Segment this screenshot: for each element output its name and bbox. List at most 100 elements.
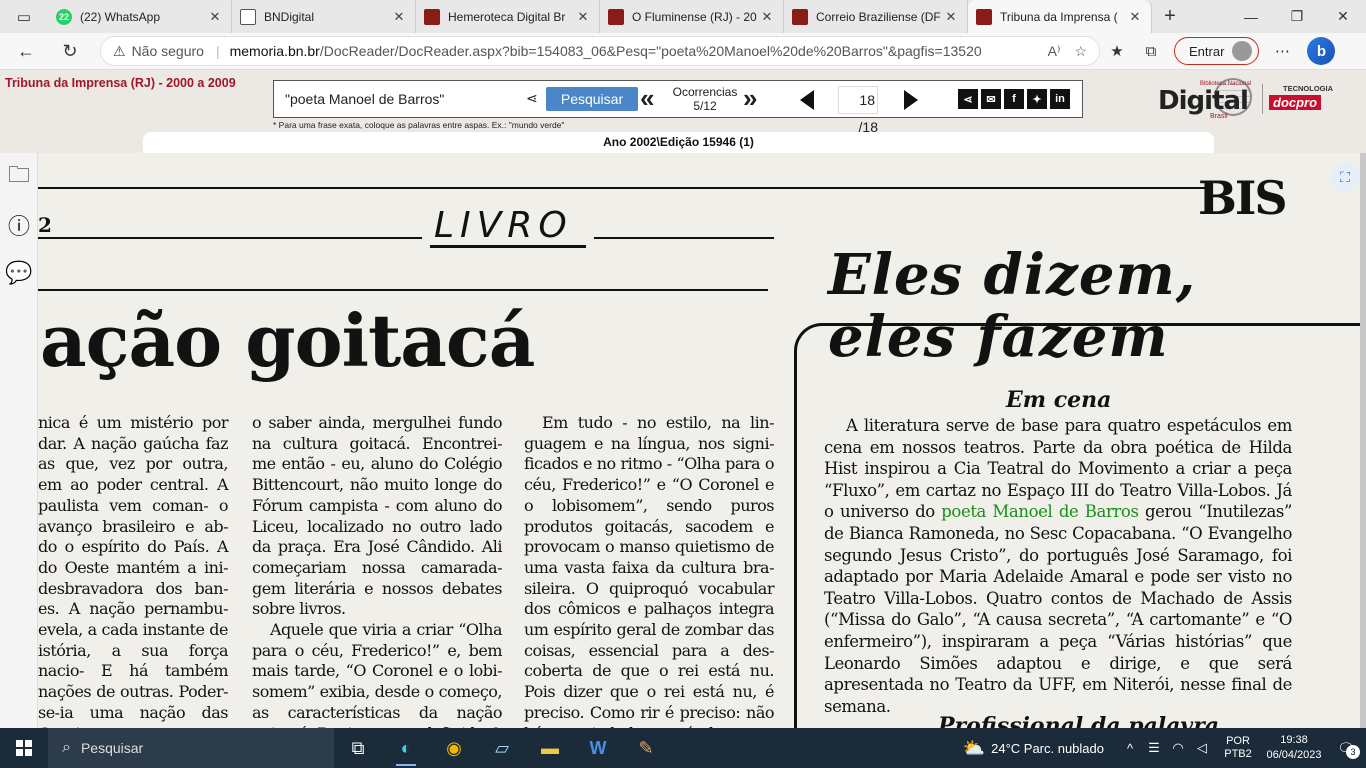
word-icon[interactable]: W — [574, 728, 622, 768]
headline-left: ação goitacá — [40, 298, 535, 383]
paragraph: Aquele que viria a criar “Olha para o cé… — [252, 620, 503, 728]
folder-icon[interactable]: 🗀 — [0, 153, 38, 201]
task-view-icon[interactable]: ⧉ — [334, 728, 382, 768]
close-tab-icon[interactable]: ✕ — [1127, 9, 1143, 25]
clock[interactable]: 19:38 06/04/2023 — [1262, 733, 1326, 763]
tab-correio[interactable]: Correio Braziliense (DF ✕ — [784, 0, 968, 33]
volume-icon[interactable]: ◁ — [1190, 740, 1214, 756]
reload-icon[interactable]: ↻ — [52, 36, 88, 66]
close-tab-icon[interactable]: ✕ — [575, 9, 591, 25]
search-panel: "poeta Manoel de Barros" ⋖ Pesquisar « O… — [273, 80, 1083, 135]
close-window-icon[interactable]: ✕ — [1320, 0, 1366, 33]
tab-title: Tribuna da Imprensa ( — [1000, 9, 1118, 24]
subhead: Em cena — [1006, 387, 1112, 413]
tab-fluminense[interactable]: O Fluminense (RJ) - 20 ✕ — [600, 0, 784, 33]
security-label[interactable]: Não seguro — [132, 43, 204, 59]
bn-icon — [976, 8, 992, 25]
bn-icon — [608, 8, 624, 25]
twitter-icon[interactable]: ✦ — [1027, 89, 1047, 109]
collections-icon[interactable]: ⧉ — [1134, 43, 1168, 60]
tab-whatsapp[interactable]: 22 (22) WhatsApp ✕ — [48, 0, 232, 33]
notepad-icon[interactable]: ▱ — [478, 728, 526, 768]
windows-taskbar: ⌕ Pesquisar ⧉ ◐ ◉ ▱ ▬ W ✎ ⛅ 24°C Parc. n… — [0, 728, 1366, 768]
paragraph: nica é um mistério por dar. A nação gaúc… — [38, 413, 229, 728]
url-field[interactable]: ⚠ Não seguro | memoria.bn.br/DocReader/D… — [100, 36, 1100, 66]
notification-badge: 3 — [1346, 744, 1360, 759]
next-page-icon[interactable] — [904, 90, 918, 110]
chrome-icon[interactable]: ◉ — [430, 728, 478, 768]
info-icon[interactable]: ⓘ — [0, 201, 38, 249]
more-icon[interactable]: ⋯ — [1265, 42, 1299, 60]
taskbar-search[interactable]: ⌕ Pesquisar — [48, 728, 334, 768]
next-occurrence-icon[interactable]: » — [743, 85, 757, 111]
document-icon — [240, 8, 256, 25]
text-run: gerou “Inutilezas” de Bianca Ramoneda, n… — [824, 502, 1292, 716]
tab-tribuna[interactable]: Tribuna da Imprensa ( ✕ — [968, 0, 1152, 33]
wifi-icon[interactable]: ◠ — [1166, 740, 1190, 756]
language-code: POR — [1226, 735, 1250, 747]
bndigital-logo[interactable]: Biblioteca Nacional Digital Brasil — [1156, 78, 1254, 124]
section-left: LIVRO — [434, 205, 573, 246]
new-tab-icon[interactable]: + — [1152, 0, 1188, 33]
start-button[interactable] — [0, 728, 48, 768]
search-highlight[interactable]: poeta Manoel de Barros — [941, 502, 1139, 521]
close-tab-icon[interactable]: ✕ — [943, 9, 959, 25]
file-explorer-icon[interactable]: ▬ — [526, 728, 574, 768]
signin-button[interactable]: Entrar — [1174, 37, 1260, 65]
tab-hemeroteca[interactable]: Hemeroteca Digital Br ✕ — [416, 0, 600, 33]
notification-icon[interactable]: 🗨3 — [1326, 740, 1366, 759]
weather-icon: ⛅ — [962, 737, 986, 758]
facebook-icon[interactable]: f — [1004, 89, 1024, 109]
docpro-logo[interactable]: TECNOLOGIA docpro — [1262, 84, 1362, 114]
close-tab-icon[interactable]: ✕ — [759, 9, 775, 25]
previous-occurrence-icon[interactable]: « — [640, 85, 654, 111]
newspaper-page[interactable]: BIS 2 LIVRO ação goitacá nica é um misté… — [38, 153, 1360, 728]
zoom-icon[interactable]: ⛶ — [1330, 162, 1360, 192]
read-aloud-icon[interactable]: A⁾ — [1048, 43, 1061, 60]
page-number-input[interactable]: 18 — [838, 86, 878, 114]
favorites-icon[interactable]: ★ — [1100, 42, 1134, 60]
paragraph: o saber ainda, mergulhei fundo na cultur… — [252, 413, 503, 619]
browser-tab-strip: ▭ 22 (22) WhatsApp ✕ BNDigital ✕ Hemerot… — [0, 0, 1366, 33]
url-host: memoria.bn.br — [229, 43, 320, 59]
subhead-2: Profissional da palavra — [938, 713, 1220, 728]
share-icon[interactable]: ⋖ — [958, 89, 978, 109]
back-icon[interactable]: ← — [8, 36, 44, 66]
email-icon[interactable]: ✉ — [981, 89, 1001, 109]
tab-actions-icon[interactable]: ▭ — [0, 0, 48, 33]
language-indicator[interactable]: POR PTB2 — [1220, 735, 1256, 761]
edge-icon[interactable]: ◐ — [382, 728, 430, 768]
comment-icon[interactable]: 💬 — [0, 249, 38, 297]
search-input[interactable]: "poeta Manoel de Barros" — [282, 86, 544, 112]
share-search-icon[interactable]: ⋖ — [526, 90, 538, 107]
headline-right-line-2: eles fazem — [828, 304, 1169, 370]
occurrences-counter: Ocorrencias 5/12 — [670, 85, 740, 113]
chevron-up-icon[interactable]: ^ — [1118, 741, 1142, 756]
network-icon[interactable]: ☰ — [1142, 740, 1166, 756]
minimize-icon[interactable]: — — [1228, 0, 1274, 33]
tab-bndigital[interactable]: BNDigital ✕ — [232, 0, 416, 33]
occurrences-label: Ocorrencias — [672, 85, 738, 99]
url-text[interactable]: memoria.bn.br/DocReader/DocReader.aspx?b… — [230, 43, 1034, 59]
article-column-2: o saber ainda, mergulhei fundo na cultur… — [252, 413, 503, 728]
divider — [38, 187, 1208, 189]
url-path: /DocReader/DocReader.aspx?bib=154083_06&… — [319, 43, 982, 59]
weather-widget[interactable]: ⛅ 24°C Parc. nublado — [963, 738, 1104, 759]
add-favorite-icon[interactable]: ☆ — [1074, 43, 1087, 60]
tab-title: Correio Braziliense (DF — [816, 9, 941, 24]
paint-icon[interactable]: ✎ — [622, 728, 670, 768]
linkedin-icon[interactable]: in — [1050, 89, 1070, 109]
system-tray: ⛅ 24°C Parc. nublado ^ ☰ ◠ ◁ POR PTB2 19… — [963, 728, 1366, 768]
divider — [430, 245, 586, 248]
previous-page-icon[interactable] — [800, 90, 814, 110]
bing-icon[interactable]: b — [1307, 37, 1336, 65]
window-controls: — ❐ ✕ — [1228, 0, 1366, 33]
bis-article-text: A literatura serve de base para quatro e… — [824, 415, 1292, 717]
tab-title: Hemeroteca Digital Br — [448, 9, 566, 24]
keyboard-layout: PTB2 — [1224, 748, 1252, 760]
close-tab-icon[interactable]: ✕ — [207, 9, 223, 25]
close-tab-icon[interactable]: ✕ — [391, 9, 407, 25]
restore-icon[interactable]: ❐ — [1274, 0, 1320, 33]
scrollbar[interactable] — [1360, 153, 1366, 728]
search-button[interactable]: Pesquisar — [546, 87, 638, 111]
